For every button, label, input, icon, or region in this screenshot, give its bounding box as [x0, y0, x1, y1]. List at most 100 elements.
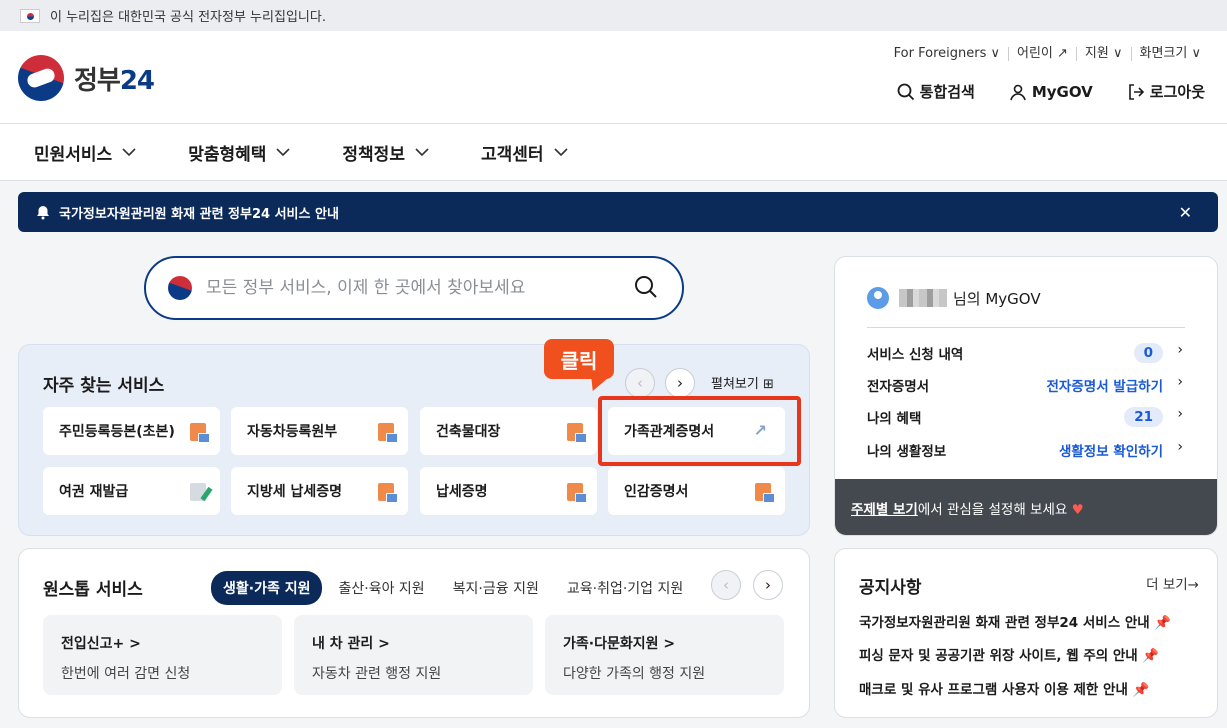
onestop-card-move-in[interactable]: 전입신고+ > 한번에 여러 감면 신청: [43, 615, 282, 695]
divider: [867, 327, 1185, 328]
onestop-card-my-car[interactable]: 내 차 관리 > 자동차 관련 행정 지원: [294, 615, 533, 695]
avatar-icon: [867, 287, 889, 309]
mygov-label: MyGOV: [1031, 82, 1093, 101]
integrated-search-button[interactable]: 통합검색: [897, 81, 975, 102]
close-icon[interactable]: ✕: [1179, 203, 1192, 222]
support-link[interactable]: 지원 ∨: [1075, 47, 1131, 61]
pin-icon: 📌: [1154, 615, 1172, 631]
for-foreigners-link[interactable]: For Foreigners ∨: [886, 47, 1008, 61]
kids-link[interactable]: 어린이 ↗: [1008, 47, 1076, 61]
edit-icon: [190, 483, 206, 501]
next-tab-button[interactable]: ›: [753, 570, 783, 600]
prev-tab-button[interactable]: ‹: [711, 570, 741, 600]
official-site-text: 이 누리집은 대한민국 공식 전자정부 누리집입니다.: [50, 10, 326, 25]
next-page-button[interactable]: ›: [665, 368, 695, 398]
official-site-banner: 이 누리집은 대한민국 공식 전자정부 누리집입니다.: [0, 0, 1227, 31]
service-local-tax-certificate[interactable]: 지방세 납세증명: [231, 467, 408, 515]
card-title: 전입신고+ >: [61, 636, 141, 652]
nav-civil-services[interactable]: 민원서비스: [34, 140, 136, 165]
service-label: 자동차등록원부: [247, 424, 338, 440]
document-icon: [567, 483, 587, 503]
prev-page-button[interactable]: ‹: [625, 368, 655, 398]
main-nav: 민원서비스 맞춤형혜택 정책정보 고객센터: [0, 124, 1227, 181]
notice-item[interactable]: 국가정보자원관리원 화재 관련 정부24 서비스 안내 📌: [859, 611, 1171, 631]
notice-title: 공지사항: [859, 578, 922, 598]
chevron-right-icon: ›: [1177, 342, 1183, 358]
nav-customer-center[interactable]: 고객센터: [481, 140, 568, 165]
main-search-box: [144, 256, 684, 320]
onestop-tabs: 생활·가족 지원 출산·육아 지원 복지·금융 지원 교육·취업·기업 지원: [211, 571, 699, 605]
card-title: 가족·다문화지원 >: [563, 636, 676, 652]
mygov-row-benefits[interactable]: 나의 혜택 21 ›: [867, 406, 1183, 427]
mygov-suffix: 님의 MyGOV: [953, 289, 1041, 308]
mygov-row-life-info[interactable]: 나의 생활정보 생활정보 확인하기 ›: [867, 439, 1183, 460]
nav-label: 민원서비스: [34, 144, 113, 165]
service-resident-registration[interactable]: 주민등록등본(초본): [43, 407, 220, 455]
expand-view-link[interactable]: 펼쳐보기 ⊞: [711, 373, 774, 392]
row-value: 21: [1124, 407, 1163, 427]
mygov-button[interactable]: MyGOV: [1009, 81, 1093, 102]
document-icon: [378, 483, 398, 503]
redacted-username: [899, 289, 947, 307]
document-icon: [190, 423, 210, 443]
service-passport-reissue[interactable]: 여권 재발급: [43, 467, 220, 515]
alert-text: 국가정보자원관리원 화재 관련 정부24 서비스 안내: [59, 206, 339, 222]
notice-more-link[interactable]: 더 보기→: [1146, 573, 1199, 593]
topic-view-link[interactable]: 주제별 보기: [851, 502, 918, 518]
notice-panel: 공지사항 더 보기→ 국가정보자원관리원 화재 관련 정부24 서비스 안내 📌…: [834, 548, 1218, 718]
frequent-services-title: 자주 찾는 서비스: [43, 376, 165, 396]
nav-custom-benefits[interactable]: 맞춤형혜택: [188, 140, 290, 165]
logout-label: 로그아웃: [1149, 83, 1205, 101]
service-alert-banner[interactable]: 국가정보자원관리원 화재 관련 정부24 서비스 안내 ✕: [18, 192, 1218, 232]
gov24-logo[interactable]: 정부24: [18, 55, 155, 101]
service-label: 지방세 납세증명: [247, 484, 343, 500]
service-seal-certificate[interactable]: 인감증명서: [608, 467, 785, 515]
screen-size-link[interactable]: 화면크기 ∨: [1130, 47, 1210, 61]
pin-icon: 📌: [1142, 648, 1160, 664]
notice-item-text: 매크로 및 유사 프로그램 사용자 이용 제한 안내: [859, 682, 1128, 698]
mygov-topic-footer[interactable]: 주제별 보기에서 관심을 설정해 보세요 ♥: [835, 479, 1217, 535]
notice-item-text: 피싱 문자 및 공공기관 위장 사이트, 웹 주의 안내: [859, 648, 1138, 664]
mygov-user: 님의 MyGOV: [867, 287, 1041, 309]
nav-label: 고객센터: [480, 144, 544, 165]
row-value: 생활정보 확인하기: [1058, 444, 1163, 460]
service-building-register[interactable]: 건축물대장: [420, 407, 597, 455]
mygov-row-e-certificate[interactable]: 전자증명서 전자증명서 발급하기 ›: [867, 374, 1183, 395]
chevron-right-icon: ›: [1177, 439, 1183, 455]
row-label: 서비스 신청 내역: [867, 347, 964, 363]
nav-policy-info[interactable]: 정책정보: [342, 140, 429, 165]
chevron-down-icon: [415, 147, 429, 156]
header-actions: 통합검색 MyGOV 로그아웃: [897, 81, 1205, 102]
tab-education-employment[interactable]: 교육·취업·기업 지원: [555, 571, 695, 605]
korea-flag-icon: [20, 8, 40, 23]
onestop-pager: ‹ ›: [711, 570, 783, 600]
frequent-services-pager: ‹ ›: [625, 368, 695, 398]
chevron-down-icon: [276, 147, 290, 156]
onestop-card-family-multicultural[interactable]: 가족·다문화지원 > 다양한 가족의 행정 지원: [545, 615, 784, 695]
notice-item[interactable]: 매크로 및 유사 프로그램 사용자 이용 제한 안내 📌: [859, 678, 1149, 698]
document-icon: [378, 423, 398, 443]
row-label: 나의 혜택: [867, 411, 922, 427]
tab-life-family[interactable]: 생활·가족 지원: [211, 571, 323, 605]
search-input[interactable]: [206, 278, 616, 298]
service-tax-payment-certificate[interactable]: 납세증명: [420, 467, 597, 515]
user-icon: [1010, 84, 1026, 100]
chevron-right-icon: ›: [1177, 406, 1183, 422]
tab-welfare-finance[interactable]: 복지·금융 지원: [441, 571, 551, 605]
card-desc: 다양한 가족의 행정 지원: [563, 666, 706, 682]
row-label: 전자증명서: [867, 379, 930, 395]
service-label: 납세증명: [436, 484, 488, 500]
service-label: 여권 재발급: [59, 484, 129, 500]
tab-birth-childcare[interactable]: 출산·육아 지원: [326, 571, 436, 605]
mygov-panel: 님의 MyGOV 서비스 신청 내역 0 › 전자증명서 전자증명서 발급하기 …: [834, 256, 1218, 536]
notice-item[interactable]: 피싱 문자 및 공공기관 위장 사이트, 웹 주의 안내 📌: [859, 644, 1159, 664]
document-icon: [567, 423, 587, 443]
mygov-row-applications[interactable]: 서비스 신청 내역 0 ›: [867, 342, 1183, 363]
logo-text: 정부24: [74, 65, 155, 96]
search-icon[interactable]: [634, 275, 658, 299]
service-vehicle-registration[interactable]: 자동차등록원부: [231, 407, 408, 455]
logout-button[interactable]: 로그아웃: [1127, 81, 1205, 102]
bell-icon: [37, 205, 49, 219]
chevron-right-icon: ›: [1177, 374, 1183, 390]
integrated-search-label: 통합검색: [919, 83, 975, 101]
